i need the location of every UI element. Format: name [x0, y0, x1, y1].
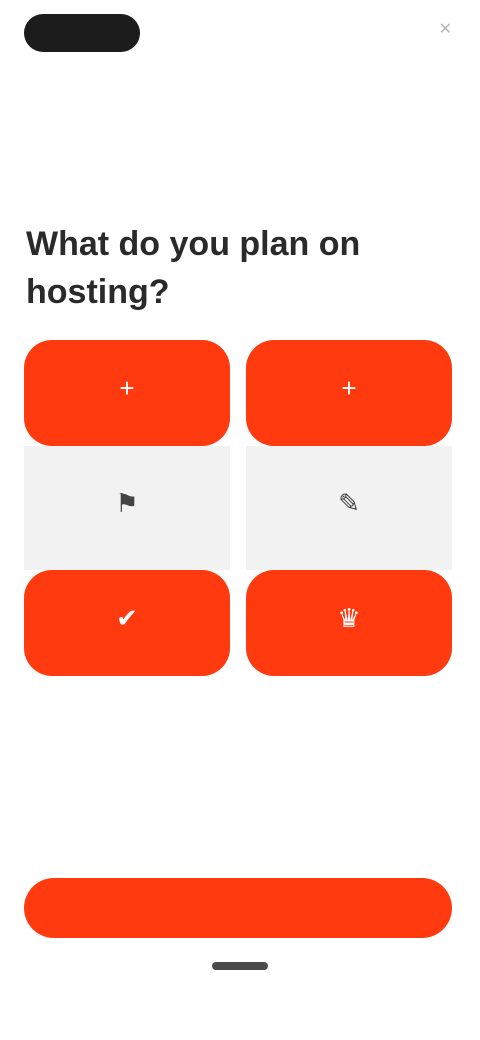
option-tile-6[interactable]: ♛: [246, 570, 452, 676]
pencil-icon: ✎: [338, 488, 360, 518]
close-icon[interactable]: ✕: [439, 22, 452, 38]
option-tile-4[interactable]: ✎: [246, 446, 452, 570]
flag-icon: ⚑: [115, 488, 139, 518]
trophy-icon: ♛: [337, 603, 361, 633]
plus-icon: +: [119, 373, 135, 403]
page-title: What do you plan on hosting?: [26, 225, 361, 311]
options-grid: + + ⚑ ✎ ✔ ♛: [24, 340, 452, 676]
option-tile-5[interactable]: ✔: [24, 570, 230, 676]
option-tile-3[interactable]: ⚑: [24, 446, 230, 570]
option-tile-1[interactable]: +: [24, 340, 230, 446]
option-tile-2[interactable]: +: [246, 340, 452, 446]
top-right-action[interactable]: ✕: [429, 22, 452, 38]
app-logo: [24, 14, 140, 52]
home-indicator: [212, 962, 268, 970]
continue-button[interactable]: [24, 878, 452, 938]
check-icon: ✔: [116, 603, 138, 633]
plus-icon: +: [341, 373, 357, 403]
